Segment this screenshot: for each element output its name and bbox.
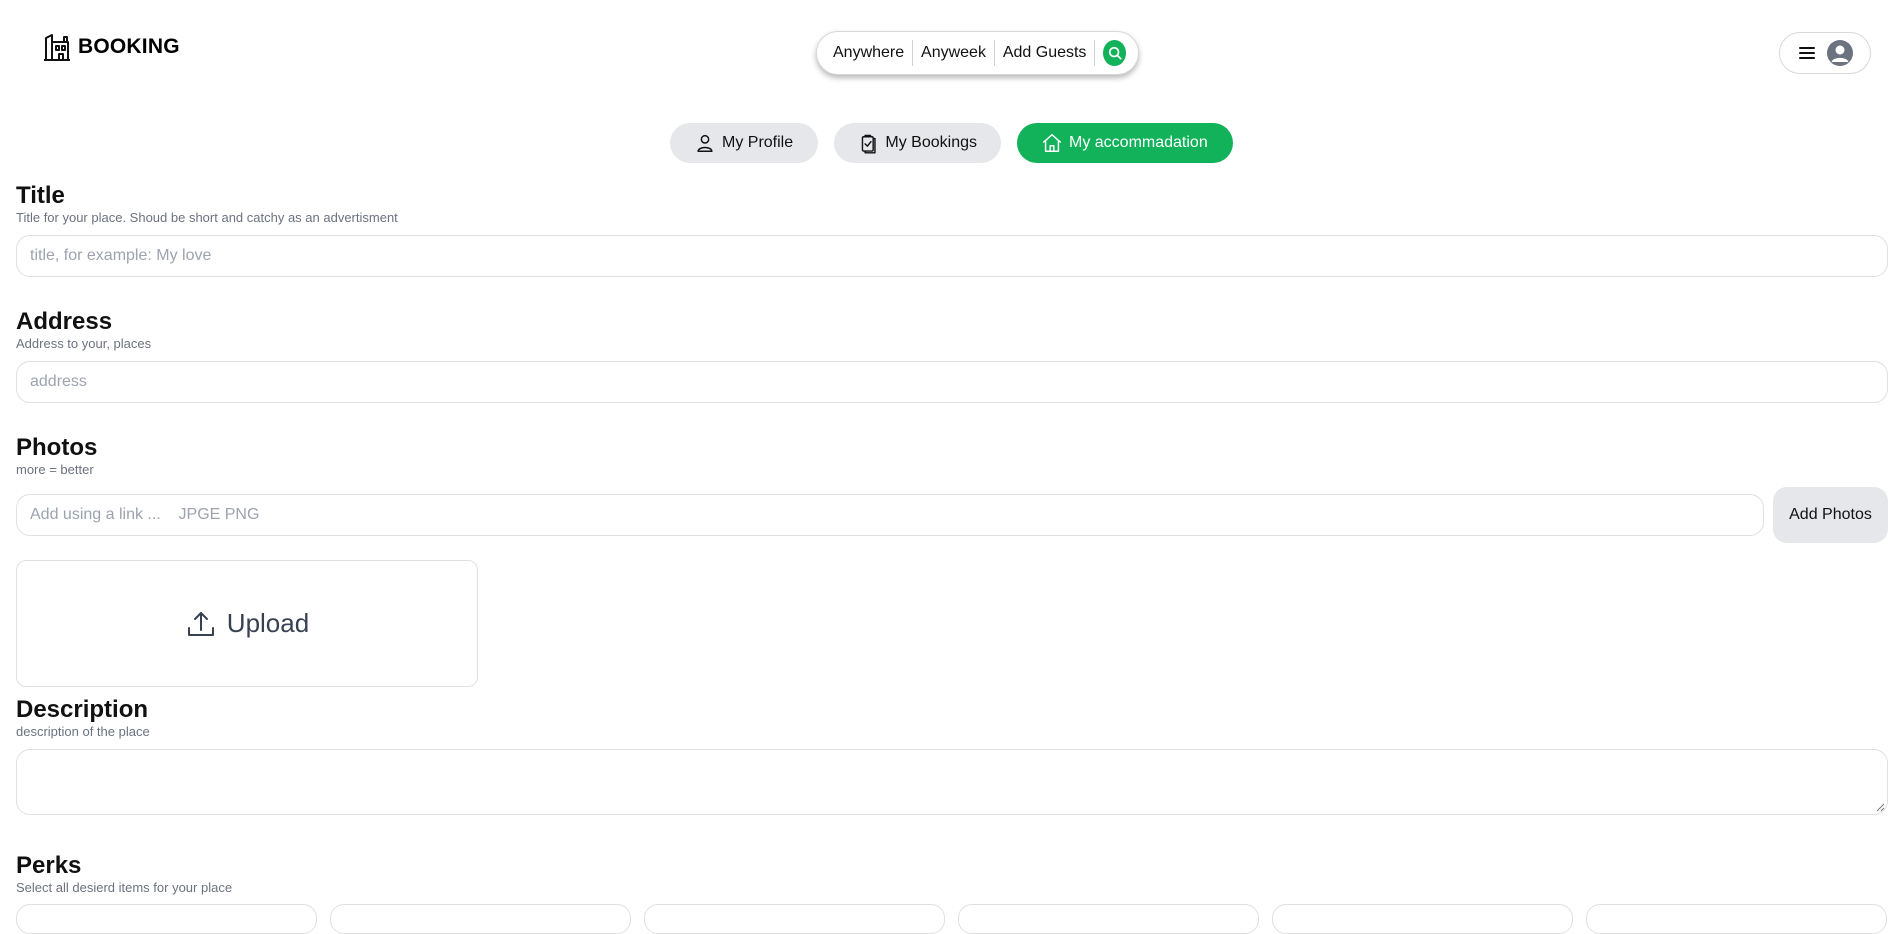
account-tabs: My Profile My Bookings My accommadation	[0, 123, 1903, 163]
address-placeholder: address	[30, 373, 87, 390]
title-section: Title Title for your place. Shoud be sho…	[16, 182, 1888, 277]
perks-grid	[16, 904, 1888, 934]
search-icon	[1108, 46, 1122, 60]
title-heading: Title	[16, 182, 65, 209]
title-placeholder: title, for example: My love	[30, 247, 212, 264]
perk-option[interactable]	[330, 904, 631, 934]
description-heading: Description	[16, 696, 149, 723]
description-textarea[interactable]	[16, 749, 1888, 815]
perk-option[interactable]	[1272, 904, 1573, 934]
brand-logo[interactable]: BOOKING	[42, 32, 180, 62]
title-input[interactable]: title, for example: My love	[16, 235, 1888, 277]
description-section: Description description of the place	[16, 696, 1888, 815]
search-button[interactable]	[1103, 40, 1126, 66]
search-bar[interactable]: Anywhere Anyweek Add Guests	[816, 31, 1139, 75]
address-heading: Address	[16, 308, 113, 335]
brand-name: BOOKING	[78, 35, 180, 58]
perk-option[interactable]	[958, 904, 1259, 934]
user-avatar-icon	[1827, 40, 1853, 66]
tab-label: My accommadation	[1069, 134, 1208, 151]
search-divider	[1094, 40, 1096, 66]
photo-link-row: Add using a link ... JPGE PNG Add Photos	[16, 487, 1888, 543]
perk-option[interactable]	[16, 904, 317, 934]
description-hint: description of the place	[16, 724, 150, 739]
upload-label: Upload	[226, 608, 310, 638]
clipboard-check-icon	[861, 134, 876, 154]
tab-my-accommodation[interactable]: My accommadation	[1017, 123, 1233, 163]
photos-section: Photos more = better Add using a link ..…	[16, 434, 1888, 687]
address-hint: Address to your, places	[16, 336, 152, 351]
perks-heading: Perks	[16, 852, 82, 879]
tab-label: My Profile	[722, 134, 794, 151]
perks-section: Perks Select all desierd items for your …	[16, 852, 1888, 934]
perk-option[interactable]	[644, 904, 945, 934]
user-menu-button[interactable]	[1779, 32, 1871, 74]
home-icon	[1043, 134, 1061, 152]
tab-label: My Bookings	[885, 134, 977, 151]
resize-grip-icon[interactable]	[1875, 802, 1885, 812]
photos-hint: more = better	[16, 462, 94, 477]
app-header: BOOKING Anywhere Anyweek Add Guests	[0, 0, 1903, 100]
photo-link-input[interactable]: Add using a link ... JPGE PNG	[16, 494, 1764, 536]
search-guests[interactable]: Add Guests	[995, 44, 1095, 62]
title-hint: Title for your place. Shoud be short and…	[16, 210, 398, 225]
search-when[interactable]: Anyweek	[913, 44, 994, 62]
add-photos-button[interactable]: Add Photos	[1773, 487, 1888, 543]
perks-hint: Select all desierd items for your place	[16, 880, 233, 895]
upload-icon	[187, 611, 214, 636]
upload-button[interactable]: Upload	[16, 560, 478, 687]
tab-my-bookings[interactable]: My Bookings	[834, 123, 1001, 163]
building-icon	[44, 34, 70, 61]
address-input[interactable]: address	[16, 361, 1888, 403]
tab-my-profile[interactable]: My Profile	[670, 123, 818, 163]
photos-heading: Photos	[16, 434, 98, 461]
photo-link-placeholder: Add using a link ... JPGE PNG	[30, 506, 260, 523]
perk-option[interactable]	[1586, 904, 1887, 934]
address-section: Address Address to your, places address	[16, 308, 1888, 403]
user-icon	[697, 134, 713, 152]
hamburger-icon	[1799, 47, 1815, 59]
search-where[interactable]: Anywhere	[833, 44, 912, 62]
